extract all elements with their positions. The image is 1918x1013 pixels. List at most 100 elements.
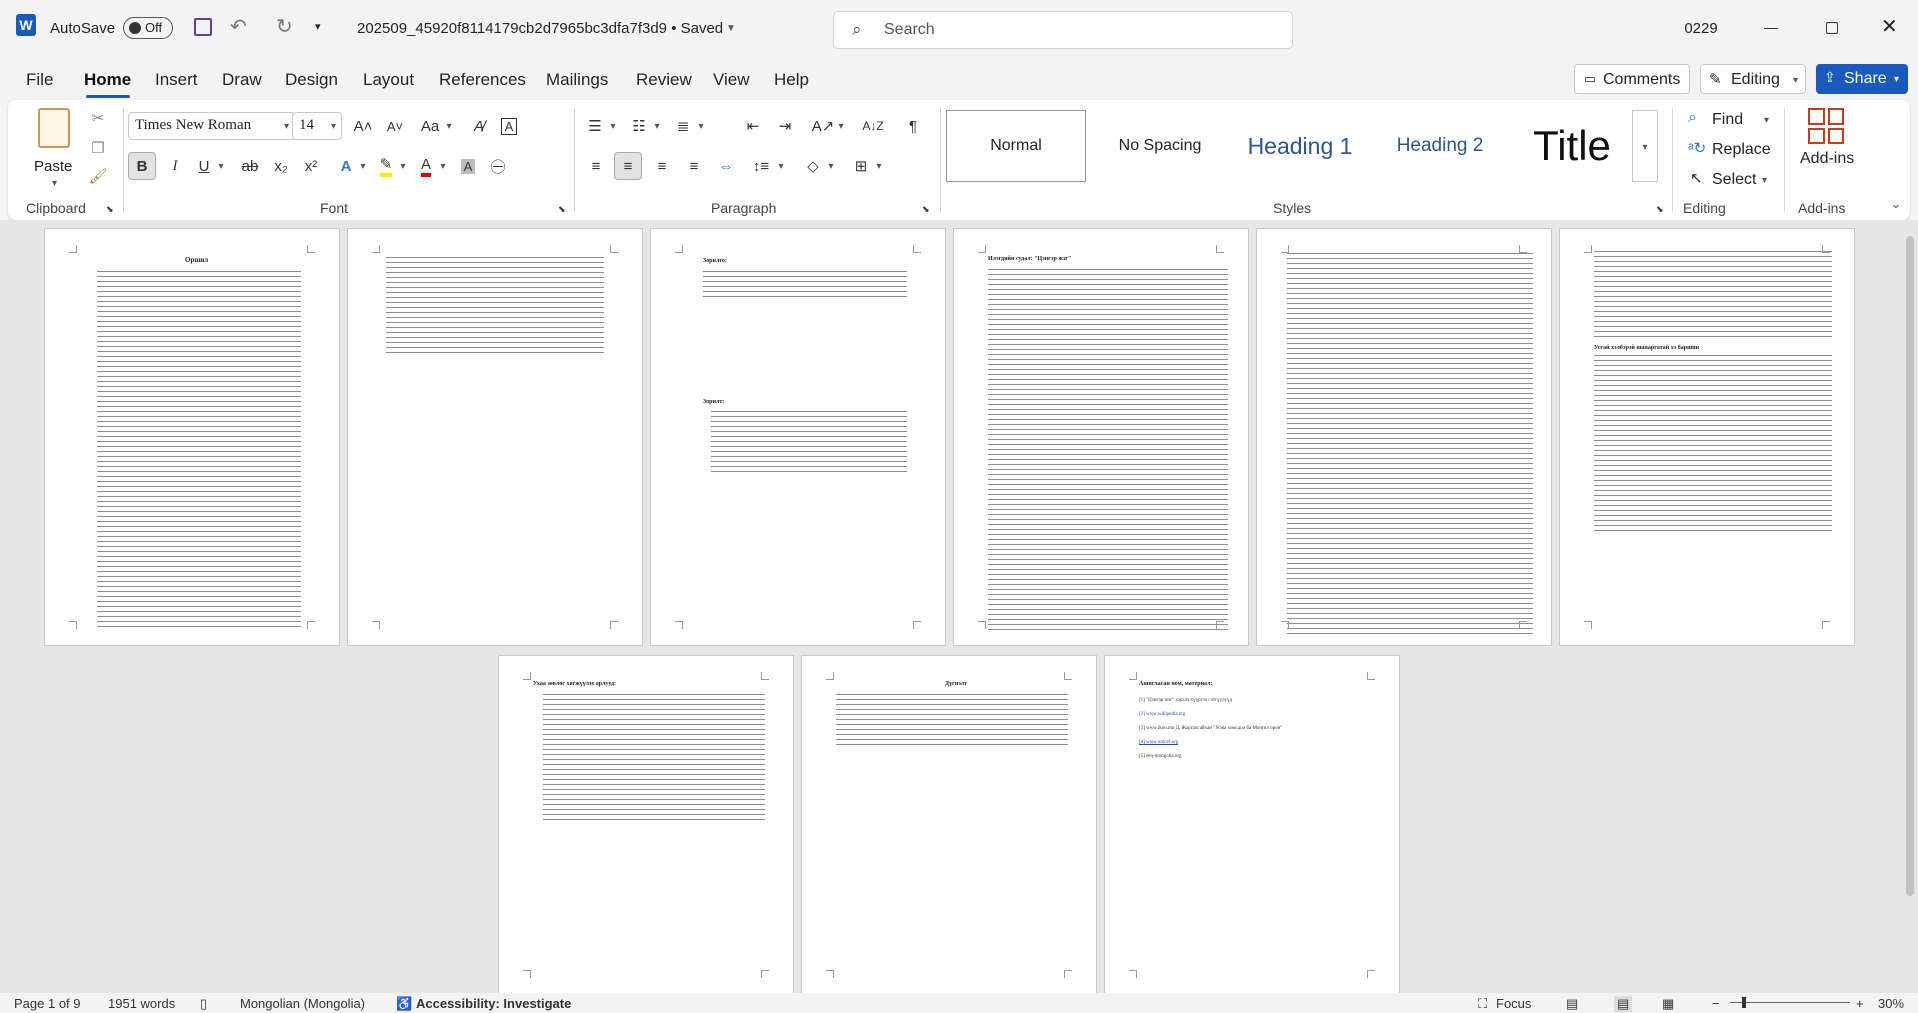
- read-mode-icon[interactable]: ▤: [1566, 996, 1578, 1012]
- word-count[interactable]: 1951 words: [108, 996, 175, 1011]
- style-normal[interactable]: Normal: [946, 110, 1086, 182]
- font-color-icon[interactable]: A: [414, 152, 438, 180]
- document-page[interactable]: Зорилго: Зорилт:: [650, 228, 946, 646]
- zoom-slider[interactable]: [1730, 997, 1850, 1008]
- shading-chevron-icon[interactable]: ▾: [826, 152, 836, 180]
- font-launcher-icon[interactable]: ⬊: [558, 204, 566, 215]
- paste-button[interactable]: Paste ▾: [28, 106, 88, 189]
- collapse-ribbon-icon[interactable]: ⌄: [1888, 196, 1904, 212]
- font-name-combo[interactable]: Times New Roman ▾: [128, 112, 296, 140]
- tab-draw[interactable]: Draw: [222, 70, 262, 90]
- justify-icon[interactable]: ≡: [680, 152, 708, 180]
- text-effects-icon[interactable]: A: [334, 152, 358, 180]
- bullets-icon[interactable]: ☰: [582, 112, 608, 140]
- styles-launcher-icon[interactable]: ⬊: [1656, 204, 1664, 215]
- accessibility-status[interactable]: Accessibility: Investigate: [416, 996, 571, 1011]
- multilevel-list-icon[interactable]: ≣: [670, 112, 696, 140]
- italic-button[interactable]: I: [162, 152, 188, 180]
- document-canvas[interactable]: Оршил Зорилго: Зорилт: Илэгдийн судал: "…: [0, 220, 1918, 995]
- vertical-scrollbar[interactable]: [1906, 236, 1914, 896]
- tab-review[interactable]: Review: [636, 70, 692, 90]
- line-spacing-icon[interactable]: ↕≡: [748, 152, 774, 180]
- underline-chevron-icon[interactable]: ▾: [216, 152, 226, 180]
- numbering-chevron-icon[interactable]: ▾: [652, 112, 662, 140]
- tab-mailings[interactable]: Mailings: [546, 70, 608, 90]
- increase-indent-icon[interactable]: ⇥: [772, 112, 798, 140]
- tab-home[interactable]: Home: [84, 70, 131, 90]
- document-page[interactable]: Усгай хэлбэрэй шанаргатай хэ баршин: [1559, 228, 1855, 646]
- paragraph-launcher-icon[interactable]: ⬊: [922, 204, 930, 215]
- zoom-in-icon[interactable]: +: [1856, 996, 1864, 1011]
- bullets-chevron-icon[interactable]: ▾: [608, 112, 618, 140]
- close-icon[interactable]: ✕: [1881, 14, 1898, 39]
- numbering-icon[interactable]: ☷: [626, 112, 652, 140]
- save-icon[interactable]: [194, 18, 212, 36]
- restore-icon[interactable]: [1826, 22, 1838, 34]
- zoom-level[interactable]: 30%: [1878, 996, 1904, 1011]
- tab-design[interactable]: Design: [285, 70, 338, 90]
- shading-icon[interactable]: ◇: [800, 152, 826, 180]
- tab-insert[interactable]: Insert: [155, 70, 198, 90]
- cut-icon[interactable]: ✂: [86, 106, 110, 130]
- print-layout-icon[interactable]: ▤: [1614, 996, 1633, 1012]
- document-page[interactable]: [1256, 228, 1552, 646]
- style-heading-2[interactable]: Heading 2: [1370, 110, 1510, 182]
- reference-item[interactable]: [4] www.unicef.org: [1139, 736, 1282, 750]
- grow-font-icon[interactable]: A˄: [350, 112, 376, 140]
- bold-button[interactable]: B: [128, 152, 156, 180]
- replace-button[interactable]: ᵃ↻ Replace: [1680, 136, 1780, 164]
- share-button[interactable]: ⇪ Share ▾: [1816, 64, 1908, 94]
- font-size-combo[interactable]: 14 ▾: [292, 112, 342, 140]
- strikethrough-button[interactable]: ab: [236, 152, 264, 180]
- reference-item[interactable]: [3] www.ikon.mn Д. Жаргалсайхан "Усны хо…: [1139, 722, 1282, 736]
- tab-help[interactable]: Help: [774, 70, 809, 90]
- select-button[interactable]: ↖ Select ▾: [1680, 166, 1780, 194]
- styles-gallery-more[interactable]: ▾: [1632, 110, 1658, 182]
- document-page[interactable]: [347, 228, 643, 646]
- language-indicator[interactable]: Mongolian (Mongolia): [240, 996, 365, 1011]
- highlight-chevron-icon[interactable]: ▾: [398, 152, 408, 180]
- user-avatar[interactable]: 0229: [1680, 14, 1722, 44]
- text-direction-icon[interactable]: A↗: [810, 112, 836, 140]
- show-formatting-marks-icon[interactable]: ¶: [900, 112, 926, 140]
- distributed-icon[interactable]: ⇔: [712, 152, 740, 180]
- document-page[interactable]: Дүгнэлт: [801, 655, 1097, 995]
- clipboard-launcher-icon[interactable]: ⬊: [106, 204, 114, 215]
- highlight-color-icon[interactable]: ✎: [374, 152, 398, 180]
- tab-layout[interactable]: Layout: [363, 70, 414, 90]
- align-left-icon[interactable]: ≡: [582, 152, 610, 180]
- search-box[interactable]: ⌕ Search: [833, 11, 1293, 49]
- change-case-button[interactable]: Aa: [416, 112, 444, 140]
- align-right-icon[interactable]: ≡: [648, 152, 676, 180]
- focus-icon[interactable]: ⛶: [1478, 996, 1487, 1012]
- document-page[interactable]: Ашигласан ном, материал: [1] "Цэнгэр жэг…: [1104, 655, 1400, 995]
- document-page[interactable]: Илэгдийн судал: "Цэнгэр жэг": [953, 228, 1249, 646]
- page-counter[interactable]: Page 1 of 9: [14, 996, 81, 1011]
- web-layout-icon[interactable]: ▦: [1662, 996, 1674, 1012]
- add-ins-button[interactable]: Add-ins: [1794, 106, 1860, 186]
- multilevel-chevron-icon[interactable]: ▾: [696, 112, 706, 140]
- sort-icon[interactable]: A↓Z: [860, 112, 886, 140]
- character-border-icon[interactable]: A: [496, 112, 522, 140]
- change-case-chevron-icon[interactable]: ▾: [444, 112, 454, 140]
- subscript-button[interactable]: x₂: [268, 152, 294, 180]
- style-no-spacing[interactable]: No Spacing: [1090, 110, 1230, 182]
- document-title[interactable]: 202509_45920f8114179cb2d7965bc3dfa7f3d9 …: [357, 20, 723, 37]
- format-painter-icon[interactable]: 🖌: [86, 164, 110, 188]
- underline-button[interactable]: U: [192, 152, 216, 180]
- document-page[interactable]: Ухаа зөвлөг хөгжүүлэх арлууд:: [498, 655, 794, 995]
- style-title[interactable]: Title: [1510, 110, 1634, 182]
- borders-icon[interactable]: ⊞: [848, 152, 874, 180]
- tab-view[interactable]: View: [713, 70, 750, 90]
- phonetic-guide-icon[interactable]: ㊀: [486, 152, 510, 180]
- proofing-icon[interactable]: ▯: [200, 996, 207, 1012]
- focus-button[interactable]: Focus: [1496, 996, 1531, 1011]
- find-button[interactable]: ⌕ Find ▾: [1680, 106, 1780, 134]
- decrease-indent-icon[interactable]: ⇤: [740, 112, 766, 140]
- character-shading-icon[interactable]: A: [456, 152, 480, 180]
- line-spacing-chevron-icon[interactable]: ▾: [776, 152, 786, 180]
- copy-icon[interactable]: ❐: [86, 136, 110, 160]
- font-color-chevron-icon[interactable]: ▾: [438, 152, 448, 180]
- document-page[interactable]: Оршил: [44, 228, 340, 646]
- redo-icon[interactable]: ↻: [276, 14, 293, 39]
